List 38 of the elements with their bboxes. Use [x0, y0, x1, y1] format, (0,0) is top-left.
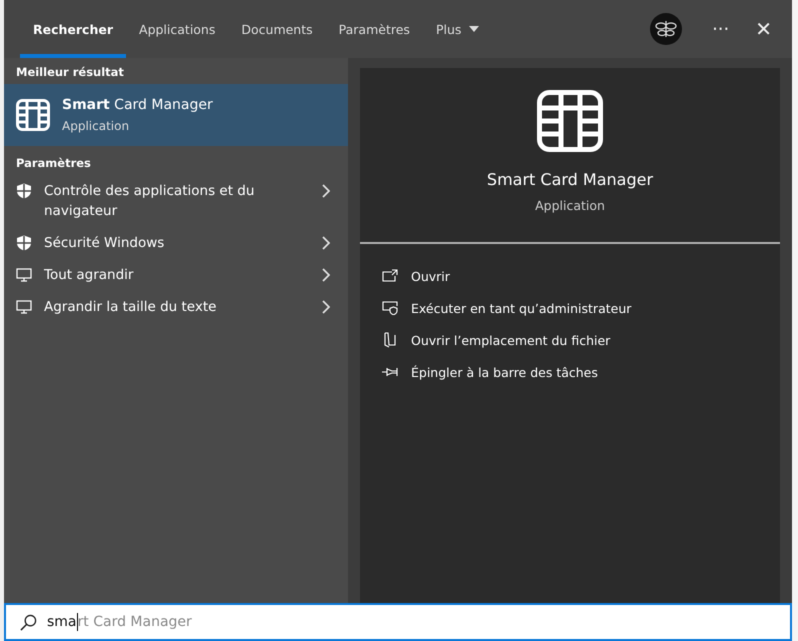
chevron-icon [322, 236, 330, 250]
chip-card-icon [537, 90, 603, 152]
search-field[interactable]: sma rt Card Manager [4, 603, 792, 641]
chevron-icon [322, 268, 330, 282]
app-type: Application [535, 198, 605, 213]
autocomplete-suggestion: rt Card Manager [78, 614, 192, 630]
best-result[interactable]: Smart Card Manager Application [4, 84, 348, 146]
result-subtitle: Application [62, 119, 130, 133]
shield-icon [16, 235, 32, 251]
tab[interactable]: Applications [126, 0, 228, 58]
action-item[interactable]: Ouvrir l’emplacement du fichier [382, 324, 780, 356]
action-item[interactable]: Ouvrir [382, 260, 780, 292]
more-button[interactable]: ··· [706, 18, 736, 40]
action-item[interactable]: Exécuter en tant qu’administrateur [382, 292, 780, 324]
close-button[interactable]: ✕ [749, 17, 778, 41]
search-icon [20, 614, 37, 630]
settings-item[interactable]: Sécurité Windows [4, 227, 348, 259]
chevron-icon [322, 184, 330, 198]
shield-window-icon [382, 301, 398, 315]
tab[interactable]: Paramètres [326, 0, 423, 58]
monitor-icon [16, 299, 32, 315]
tab[interactable]: Documents [228, 0, 326, 58]
section-heading: Meilleur résultat [15, 64, 125, 81]
tab[interactable]: Plus [422, 0, 492, 58]
chip-card-icon [16, 99, 50, 131]
avatar-icon[interactable] [650, 13, 682, 45]
chevron-icon [322, 300, 330, 314]
pin-icon [382, 366, 398, 378]
settings-item[interactable]: Contrôle des applications et du navigateur [4, 175, 348, 227]
app-title: Smart Card Manager [486, 170, 654, 189]
settings-item[interactable]: Tout agrandir [4, 259, 348, 291]
shield-icon [16, 183, 32, 199]
settings-item[interactable]: Agrandir la taille du texte [4, 291, 348, 323]
monitor-icon [16, 267, 32, 283]
open-window-icon [382, 269, 398, 283]
section-heading: Paramètres [15, 155, 92, 172]
result-title: Smart Card Manager [62, 97, 213, 113]
action-item[interactable]: Épingler à la barre des tâches [382, 356, 780, 388]
